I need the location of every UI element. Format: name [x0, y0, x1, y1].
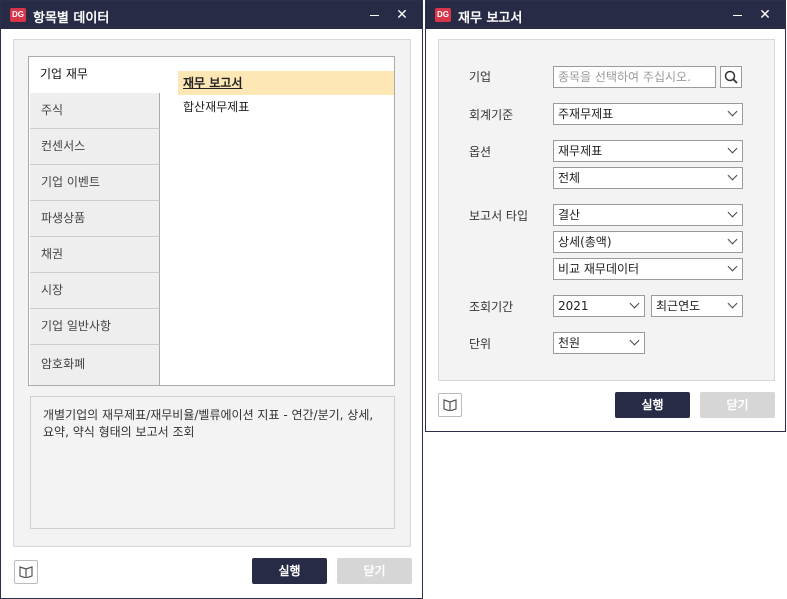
unit-select[interactable]: 천원 [553, 332, 645, 354]
tab-label: 시장 [41, 283, 64, 297]
chevron-down-icon [727, 106, 738, 117]
chevron-down-icon [727, 207, 738, 218]
period-label: 조회기간 [469, 300, 514, 314]
select-value: 상세(총액) [558, 235, 612, 249]
close-button: 닫기 [700, 392, 775, 418]
chevron-down-icon [727, 143, 738, 154]
unit-label: 단위 [469, 337, 492, 351]
report-type-select-2[interactable]: 상세(총액) [553, 231, 743, 253]
select-value: 재무제표 [558, 144, 603, 158]
list-item-financial-report[interactable]: 재무 보고서 [178, 71, 394, 95]
close-icon[interactable]: ✕ [755, 5, 775, 25]
report-type-select-3[interactable]: 비교 재무데이터 [553, 258, 743, 280]
report-type-label: 보고서 타입 [469, 209, 529, 223]
company-label: 기업 [469, 70, 492, 84]
period-year-select[interactable]: 2021 [553, 295, 645, 317]
minimize-icon[interactable] [364, 5, 384, 25]
accounting-label: 회계기준 [469, 108, 514, 122]
tab-stock[interactable]: 주식 [30, 93, 160, 129]
tab-derivatives[interactable]: 파생상품 [30, 201, 160, 237]
book-icon[interactable] [438, 393, 462, 417]
chevron-down-icon [727, 170, 738, 181]
tab-label: 채권 [41, 247, 64, 261]
run-button[interactable]: 실행 [615, 392, 690, 418]
accounting-select[interactable]: 주재무제표 [553, 103, 743, 125]
run-button[interactable]: 실행 [252, 558, 327, 584]
select-value: 2021 [558, 299, 589, 313]
minimize-icon[interactable] [727, 5, 747, 25]
select-value: 비교 재무데이터 [558, 262, 640, 276]
option-label: 옵션 [469, 145, 492, 159]
tab-label: 파생상품 [41, 211, 86, 225]
tab-label: 기업 재무 [40, 67, 88, 81]
titlebar: DG 재무 보고서 ✕ [426, 1, 785, 29]
report-type-select-1[interactable]: 결산 [553, 204, 743, 226]
option-select-1[interactable]: 재무제표 [553, 140, 743, 162]
tab-label: 컨센서스 [41, 139, 86, 153]
select-value: 주재무제표 [558, 107, 614, 121]
window-title: 항목별 데이터 [33, 11, 110, 26]
tab-corporate-finance[interactable]: 기업 재무 [29, 57, 159, 93]
tab-bonds[interactable]: 채권 [30, 237, 160, 273]
chevron-down-icon [629, 335, 640, 346]
chevron-down-icon [629, 298, 640, 309]
company-input[interactable] [553, 66, 716, 88]
tab-label: 기업 일반사항 [41, 319, 112, 333]
select-value: 전체 [558, 171, 581, 185]
search-icon [724, 70, 738, 84]
chevron-down-icon [727, 234, 738, 245]
list-item-combined-statements[interactable]: 합산재무제표 [178, 95, 394, 119]
tab-corporate-general[interactable]: 기업 일반사항 [30, 309, 160, 345]
tab-label: 암호화폐 [41, 357, 86, 371]
tab-label: 주식 [41, 103, 64, 117]
option-select-2[interactable]: 전체 [553, 167, 743, 189]
app-logo-icon: DG [435, 8, 451, 22]
titlebar: DG 항목별 데이터 ✕ [1, 1, 422, 29]
tab-consensus[interactable]: 컨센서스 [30, 129, 160, 165]
close-icon[interactable]: ✕ [392, 5, 412, 25]
description-box: 개별기업의 재무제표/재무비율/벨류에이션 지표 - 연간/분기, 상세, 요약… [30, 396, 395, 529]
tab-crypto[interactable]: 암호화폐 [30, 345, 160, 385]
window-title: 재무 보고서 [458, 11, 523, 26]
chevron-down-icon [727, 261, 738, 272]
search-button[interactable] [720, 66, 742, 88]
chevron-down-icon [727, 298, 738, 309]
tab-corporate-event[interactable]: 기업 이벤트 [30, 165, 160, 201]
select-value: 최근연도 [656, 299, 701, 313]
select-value: 결산 [558, 208, 581, 222]
select-value: 천원 [558, 336, 581, 350]
app-logo-icon: DG [10, 8, 26, 22]
book-icon[interactable] [14, 560, 38, 584]
period-mode-select[interactable]: 최근연도 [651, 295, 743, 317]
tab-label: 기업 이벤트 [41, 175, 101, 189]
close-button: 닫기 [337, 558, 412, 584]
tab-market[interactable]: 시장 [30, 273, 160, 309]
